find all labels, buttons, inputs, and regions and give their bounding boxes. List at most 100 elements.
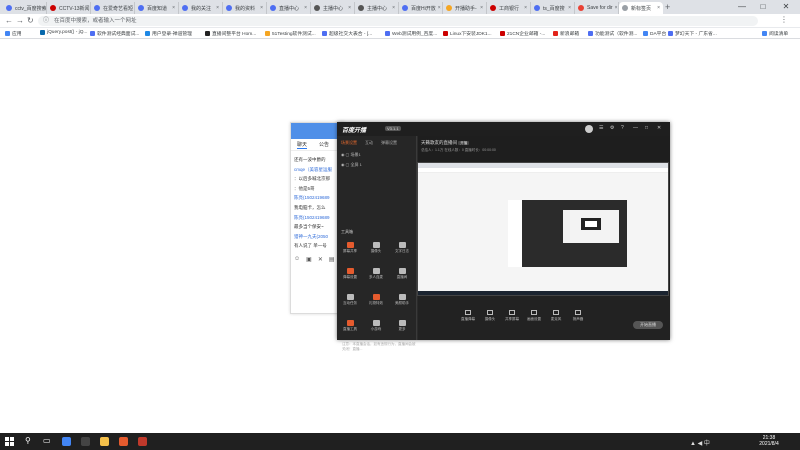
toolbox-item[interactable]: 更多 <box>393 320 411 332</box>
network-icon[interactable]: ▲ <box>690 441 696 447</box>
browser-tab[interactable]: 主播中心 × <box>355 2 399 14</box>
browser-tab[interactable]: 在爱奇艺看短× <box>91 2 135 14</box>
browser-tab[interactable]: 百度Hi开放 × <box>399 2 443 14</box>
maximize-button[interactable]: □ <box>753 1 773 13</box>
tab-close-icon[interactable]: × <box>214 5 219 11</box>
help-icon[interactable]: ? <box>621 125 624 131</box>
bookmark-item[interactable]: 51Testing软件测试... <box>265 30 316 37</box>
lock-icon[interactable]: ▤ <box>329 256 335 263</box>
side-tab-danmu[interactable]: 弹幕设置 <box>381 140 397 146</box>
scene-item[interactable]: ◉ ▢ 场景1 <box>341 152 361 158</box>
bookmark-item[interactable]: 阅读清单 <box>762 30 788 37</box>
browser-tab[interactable]: 主播中心 × <box>311 2 355 14</box>
taskbar-clock[interactable]: 21:38 2021/8/4 <box>754 435 784 447</box>
tab-close-icon[interactable]: × <box>390 5 395 11</box>
reload-icon[interactable]: ↻ <box>27 15 34 27</box>
live-control[interactable]: 画面设置 <box>524 310 544 322</box>
browser-tab[interactable]: 百度知道 × <box>135 2 179 14</box>
tab-close-icon[interactable]: × <box>478 5 483 11</box>
start-live-button[interactable]: 开始直播 <box>633 321 663 329</box>
toolbox-item[interactable]: 直播工具 <box>341 320 359 332</box>
tab-close-icon[interactable]: × <box>522 5 527 11</box>
ime-icon[interactable]: 中 <box>704 441 710 447</box>
browser-tab[interactable]: 我的关注 × <box>179 2 223 14</box>
address-bar[interactable]: ⓘ 在百度中搜索，或者输入一个网址 <box>38 16 758 26</box>
live-control[interactable]: 摄像头 <box>480 310 500 322</box>
tab-chat[interactable]: 聊天 <box>297 141 308 149</box>
volume-icon[interactable]: ◀ <box>698 441 703 447</box>
toolbox-item[interactable]: 美颜助手 <box>393 294 411 306</box>
bookmark-item[interactable]: jQuery.post() - jQ... <box>40 30 87 35</box>
bookmark-item[interactable]: 功能测试（软件测... <box>588 30 637 37</box>
close-window-button[interactable]: ✕ <box>776 1 796 13</box>
bookmark-item[interactable]: 用户登录-禅道管理 <box>145 30 192 37</box>
taskbar-app-folder-icon[interactable] <box>100 437 109 446</box>
live-control[interactable]: 扬声器 <box>568 310 588 322</box>
minimize-icon[interactable]: — <box>633 125 638 131</box>
browser-tab[interactable]: Save for dir × <box>575 2 619 14</box>
tab-close-icon[interactable]: × <box>613 5 618 11</box>
tab-close-icon[interactable]: × <box>302 5 307 11</box>
bookmark-item[interactable]: Web测试用例_百度... <box>385 30 437 37</box>
browser-tab[interactable]: cctv_百度搜索× <box>3 2 47 14</box>
browser-menu-icon[interactable]: ⋮ <box>780 15 788 24</box>
back-icon[interactable]: ← <box>5 15 13 27</box>
bookmark-item[interactable]: 超级社交大表合 - [... <box>322 30 372 37</box>
forward-icon[interactable]: → <box>16 15 24 27</box>
tab-close-icon[interactable]: × <box>258 5 263 11</box>
bookmark-item[interactable]: 梦幻天下 - 广东省... <box>668 30 717 37</box>
settings-icon[interactable]: ⚙ <box>610 125 614 131</box>
browser-tab[interactable]: CCTV-13新闻× <box>47 2 91 14</box>
tab-close-icon[interactable]: × <box>170 5 175 11</box>
task-view-icon[interactable]: ▭ <box>43 436 51 445</box>
toolbox-item[interactable]: 文字日志 <box>393 242 411 254</box>
windows-start-icon[interactable] <box>5 437 14 446</box>
emoji-icon[interactable]: ☺ <box>294 256 300 263</box>
tab-close-icon[interactable]: × <box>566 5 571 11</box>
bookmark-item[interactable]: Linux下安装JDK1... <box>443 30 492 37</box>
tab-announcement[interactable]: 公告 <box>319 141 329 148</box>
browser-tab[interactable]: 工商银行 × <box>487 2 531 14</box>
bookmark-item[interactable]: 21CN企业邮箱 -... <box>500 30 545 37</box>
live-control[interactable]: 共享屏幕 <box>502 310 522 322</box>
clear-icon[interactable]: ✕ <box>318 256 323 263</box>
toolbox-item[interactable]: 小游戏 <box>367 320 385 332</box>
avatar[interactable] <box>585 125 593 133</box>
browser-tab[interactable]: 直播中心 × <box>267 2 311 14</box>
tab-close-icon[interactable]: × <box>655 5 660 11</box>
browser-tab[interactable]: ts_百度搜 × <box>531 2 575 14</box>
bookmark-item[interactable]: 新浪邮箱 <box>553 30 579 37</box>
bookmark-item[interactable]: 直播间整平台 Hom... <box>205 30 256 37</box>
live-control[interactable]: 直播弹幕 <box>458 310 478 322</box>
toolbox-item[interactable]: 礼物特效 <box>367 294 385 306</box>
side-tab-interact[interactable]: 互动 <box>365 140 373 146</box>
close-icon[interactable]: ✕ <box>657 125 661 131</box>
minimize-button[interactable]: — <box>732 1 752 13</box>
toolbox-item[interactable]: 摄像头 <box>367 242 385 254</box>
scene-item[interactable]: ◉ ▢ 全屏 1 <box>341 162 362 168</box>
browser-tab[interactable]: 我的资料 × <box>223 2 267 14</box>
taskbar-app-chrome-icon[interactable] <box>62 437 71 446</box>
taskbar-app-obs-icon[interactable] <box>81 437 90 446</box>
bookmark-item[interactable]: 应用 <box>5 30 22 37</box>
tab-close-icon[interactable]: × <box>346 5 351 11</box>
taskbar-app-app-icon[interactable] <box>138 437 147 446</box>
toolbox-item[interactable]: 弹幕设置 <box>341 268 359 280</box>
taskbar-app-live-icon[interactable] <box>119 437 128 446</box>
toolbox-item[interactable]: 屏幕共享 <box>341 242 359 254</box>
browser-tab[interactable]: 新标签页 × <box>619 2 663 14</box>
toolbox-item[interactable]: 多人连麦 <box>367 268 385 280</box>
bookmark-item[interactable]: 软件测试经典面试... <box>90 30 139 37</box>
live-control[interactable]: 麦克风 <box>546 310 566 322</box>
tab-close-icon[interactable]: × <box>436 5 441 11</box>
maximize-icon[interactable]: □ <box>645 125 648 131</box>
menu-icon[interactable]: ☰ <box>599 125 603 131</box>
browser-tab[interactable]: 开播助手- × <box>443 2 487 14</box>
search-icon[interactable]: ⚲ <box>25 436 31 445</box>
gift-icon[interactable]: ▣ <box>306 256 312 263</box>
toolbox-item[interactable]: 直播间 <box>393 268 411 280</box>
side-tab-scene[interactable]: 场景设置 <box>341 140 357 146</box>
bookmark-item[interactable]: DA平台 <box>643 30 666 37</box>
new-tab-button[interactable]: + <box>665 2 670 13</box>
toolbox-item[interactable]: 互动任务 <box>341 294 359 306</box>
